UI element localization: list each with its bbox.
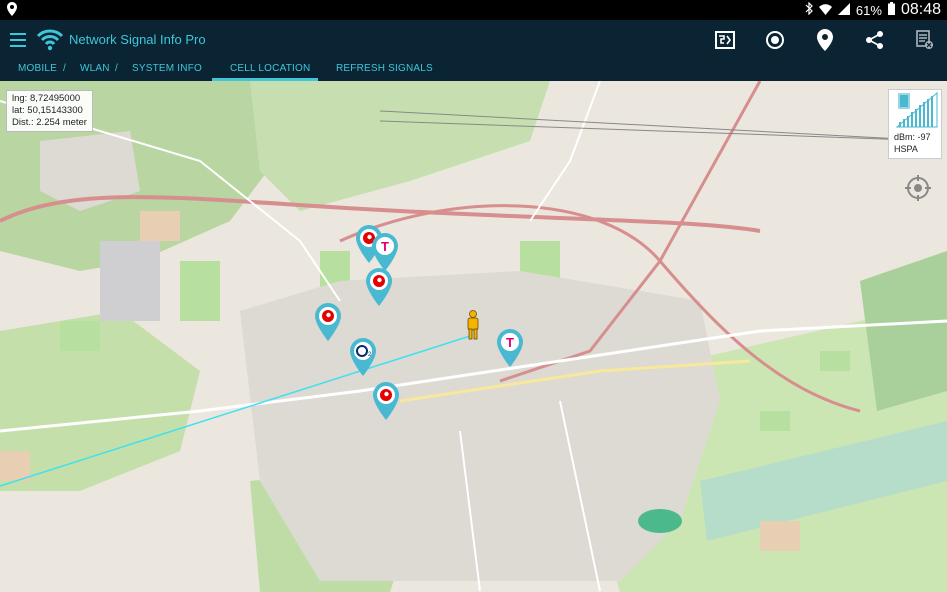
coordinates-panel: lng: 8,72495000 lat: 50,15143300 Dist.: … [6, 90, 93, 132]
app-logo-icon [36, 26, 64, 52]
battery-percent: 61% [855, 2, 882, 18]
map-view[interactable]: T 2 T [0, 81, 947, 592]
wifi-status-icon [818, 3, 832, 18]
tab-refresh-signals[interactable]: REFRESH SIGNALS [336, 63, 433, 74]
tab-mobile[interactable]: MOBILE [18, 63, 57, 74]
battery-icon [887, 2, 895, 18]
gps-compass-icon[interactable] [905, 175, 931, 201]
cell-signal-icon [837, 2, 850, 18]
location-status-icon [7, 2, 17, 19]
app-title: Network Signal Info Pro [69, 32, 206, 47]
menu-icon[interactable] [10, 33, 26, 51]
tab-system-info[interactable]: SYSTEM INFO [132, 63, 202, 74]
svg-text:T: T [506, 335, 514, 350]
record-icon[interactable] [763, 28, 787, 52]
tab-cell-location[interactable]: CELL LOCATION [230, 63, 310, 74]
network-type: HSPA [894, 144, 918, 154]
distance-label: Dist.: 2.254 meter [12, 117, 87, 128]
tab-bar: MOBILE / WLAN / SYSTEM INFO CELL LOCATIO… [0, 60, 947, 81]
cell-tower-marker-o2[interactable]: 2 [350, 338, 376, 376]
svg-text:T: T [381, 239, 389, 254]
latitude-label: lat: 50,15143300 [12, 105, 83, 116]
dbm-value: dBm: -97 [894, 132, 931, 142]
bluetooth-icon [805, 1, 813, 18]
tab-separator: / [115, 63, 118, 74]
cell-tower-marker-vodafone[interactable] [373, 382, 399, 420]
map-layers-icon[interactable] [713, 28, 737, 52]
location-pin-icon[interactable] [813, 28, 837, 52]
signal-strength-panel: dBm: -97 HSPA [888, 89, 942, 159]
tab-wlan[interactable]: WLAN [80, 63, 110, 74]
status-bar: 61% 08:48 [0, 0, 947, 20]
delete-log-icon[interactable] [913, 28, 937, 52]
cell-tower-marker-telekom[interactable]: T [372, 233, 398, 271]
tab-separator: / [63, 63, 66, 74]
clock: 08:48 [900, 1, 941, 18]
longitude-label: lng: 8,72495000 [12, 93, 81, 104]
app-bar: Network Signal Info Pro [0, 20, 947, 60]
share-icon[interactable] [863, 28, 887, 52]
cell-tower-marker-vodafone[interactable] [366, 268, 392, 306]
cell-tower-marker-vodafone[interactable] [315, 303, 341, 341]
signal-bars-icon [895, 91, 938, 128]
user-location-person-icon[interactable] [463, 310, 483, 340]
cell-tower-marker-telekom[interactable]: T [497, 329, 523, 367]
